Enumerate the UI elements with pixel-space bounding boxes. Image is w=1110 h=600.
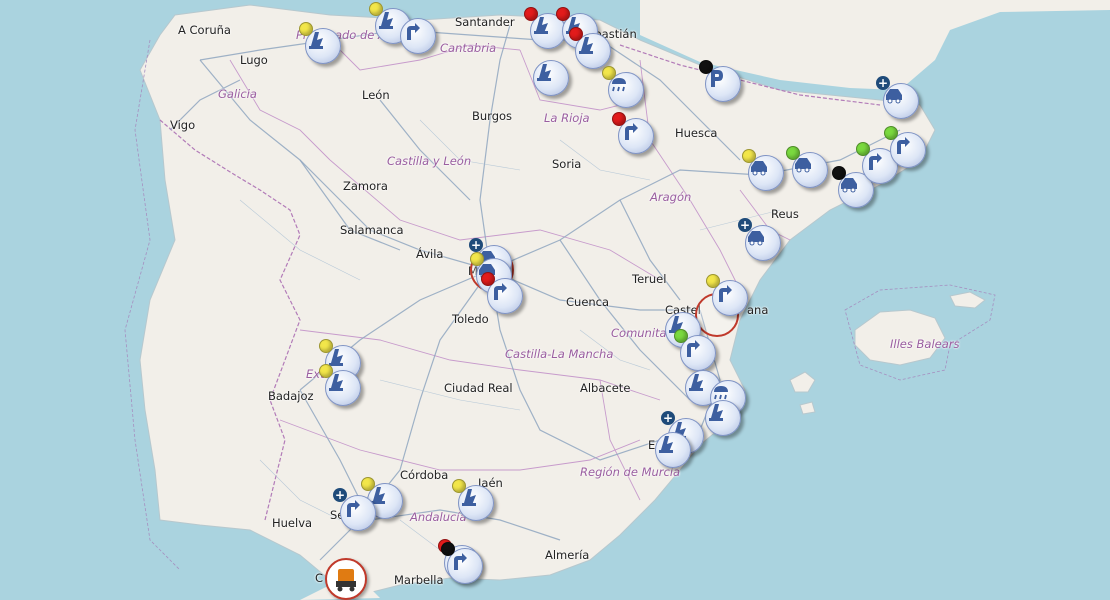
formentera (799, 401, 816, 415)
incident-marker[interactable] (884, 126, 926, 168)
status-red-icon (556, 7, 570, 21)
status-yellow-icon (319, 339, 333, 353)
incident-marker[interactable] (674, 329, 716, 371)
plus-icon: + (333, 488, 347, 502)
incident-marker[interactable] (452, 479, 494, 521)
incident-marker[interactable]: + (333, 488, 376, 531)
status-yellow-icon (602, 66, 616, 80)
incident-marker[interactable] (786, 146, 828, 188)
incident-marker[interactable] (319, 364, 361, 406)
status-black-icon (699, 60, 713, 74)
status-yellow-icon (299, 22, 313, 36)
mallorca (854, 309, 946, 366)
status-yellow-icon (452, 479, 466, 493)
status-red-icon (612, 112, 626, 126)
roadwork-icon (537, 64, 551, 81)
roadwork-icon (689, 374, 703, 391)
plus-icon: + (469, 238, 483, 252)
plus-icon: + (876, 76, 890, 90)
menorca (949, 291, 986, 309)
status-yellow-icon (361, 477, 375, 491)
status-yellow-icon (706, 274, 720, 288)
incident-marker[interactable] (441, 542, 483, 584)
plus-icon: + (661, 411, 675, 425)
incident-marker[interactable] (602, 66, 644, 108)
incident-marker[interactable] (481, 272, 523, 314)
incident-marker[interactable] (533, 60, 569, 96)
status-green-icon (786, 146, 800, 160)
status-yellow-icon (319, 364, 333, 378)
map-canvas[interactable]: A Coruña Lugo Galicia Vigo León Santander Cant… (0, 0, 1110, 600)
incident-marker[interactable] (299, 22, 341, 64)
incident-marker[interactable] (569, 27, 611, 69)
ibiza (789, 371, 816, 393)
status-yellow-icon (470, 252, 484, 266)
status-black-icon (832, 166, 846, 180)
roadwork-icon (659, 436, 673, 453)
status-green-icon (884, 126, 898, 140)
incident-marker[interactable]: + (738, 218, 781, 261)
status-red-icon (481, 272, 495, 286)
status-red-icon (569, 27, 583, 41)
incident-marker[interactable] (655, 432, 691, 468)
incident-marker[interactable] (706, 274, 748, 316)
roadwork-icon (709, 404, 723, 421)
incident-marker[interactable]: + (876, 76, 919, 119)
plus-icon: + (738, 218, 752, 232)
status-green-icon (674, 329, 688, 343)
status-green-icon (856, 142, 870, 156)
status-red-icon (524, 7, 538, 21)
incident-marker[interactable] (612, 112, 654, 154)
status-black-icon (441, 542, 455, 556)
status-yellow-icon (369, 2, 383, 16)
truck-icon[interactable] (325, 558, 367, 600)
incident-marker[interactable] (400, 18, 436, 54)
incident-marker[interactable] (705, 400, 741, 436)
status-yellow-icon (742, 149, 756, 163)
detour-icon (407, 23, 420, 40)
incident-marker[interactable] (742, 149, 784, 191)
weather-icon (714, 386, 728, 400)
incident-marker[interactable] (699, 60, 741, 102)
